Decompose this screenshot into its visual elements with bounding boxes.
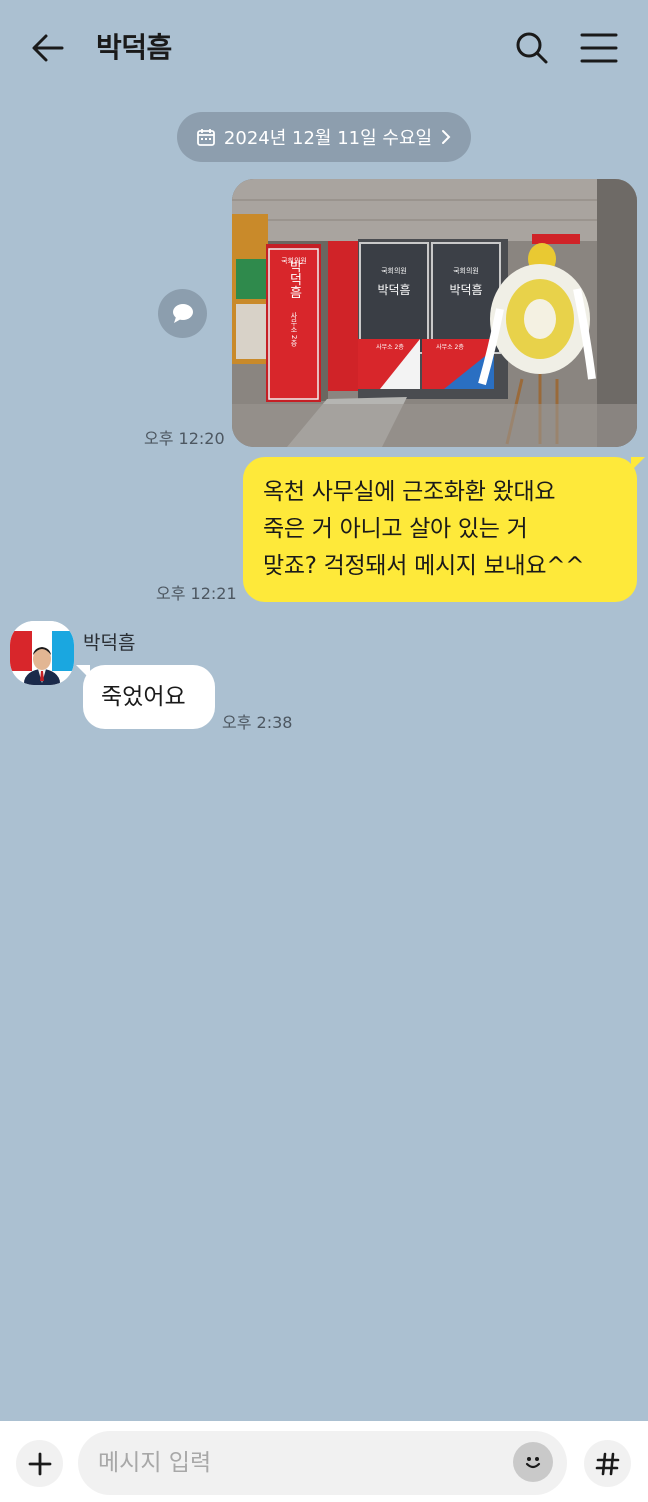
photo-message[interactable]: 국회의원 박덕흠 사무소 2층 국회의원 박덕흠 국회의원 박덕흠 사무소 2층… xyxy=(232,179,637,447)
sign-name-text: 박덕흠 xyxy=(287,260,302,299)
menu-button[interactable] xyxy=(578,28,620,68)
arrow-left-icon xyxy=(32,34,64,62)
emoji-button[interactable] xyxy=(513,1442,553,1482)
profile-photo xyxy=(10,621,74,685)
message-line: 옥천 사무실에 근조화환 왔대요 xyxy=(263,479,556,505)
message-time: 오후 2:38 xyxy=(222,713,293,732)
message-line: 죽은 거 아니고 살아 있는 거 xyxy=(263,516,528,542)
floor-2-text: 사무소 2층 xyxy=(436,343,464,351)
office-photo: 국회의원 박덕흠 사무소 2층 국회의원 박덕흠 국회의원 박덕흠 사무소 2층… xyxy=(232,179,637,447)
hashtag-button[interactable] xyxy=(584,1440,631,1487)
floor-1-text: 사무소 2층 xyxy=(376,343,404,351)
hash-icon xyxy=(595,1452,619,1475)
hamburger-menu-icon xyxy=(580,33,618,63)
window-1-name-text: 박덕흠 xyxy=(377,283,410,297)
calendar-icon xyxy=(197,129,215,146)
share-button[interactable] xyxy=(158,289,207,338)
attach-button[interactable] xyxy=(16,1440,63,1487)
other-message-bubble[interactable]: 죽었어요 xyxy=(76,665,215,729)
window-1-top-text: 국회의원 xyxy=(381,266,407,275)
search-button[interactable] xyxy=(512,28,552,68)
message-input[interactable] xyxy=(78,1431,567,1495)
sign-sub-text: 사무소 2층 xyxy=(290,311,298,347)
chat-header: 박덕흠 xyxy=(0,0,648,96)
plus-icon xyxy=(28,1452,51,1475)
window-2-name-text: 박덕흠 xyxy=(449,283,482,297)
composer-bar xyxy=(0,1421,648,1502)
speech-bubble-icon xyxy=(172,303,193,323)
date-label: 2024년 12월 11일 수요일 xyxy=(223,128,433,149)
window-2-top-text: 국회의원 xyxy=(453,266,479,275)
search-icon xyxy=(516,32,548,64)
avatar[interactable] xyxy=(10,621,74,685)
my-message-bubble[interactable]: 옥천 사무실에 근조화환 왔대요 죽은 거 아니고 살아 있는 거 맞죠? 걱정… xyxy=(243,457,645,602)
message-time: 오후 12:20 xyxy=(144,429,225,448)
chat-title: 박덕흠 xyxy=(96,31,172,64)
chevron-right-icon xyxy=(442,130,451,144)
emoji-icon xyxy=(525,1457,541,1469)
date-divider[interactable]: 2024년 12월 11일 수요일 xyxy=(177,112,471,162)
sender-name: 박덕흠 xyxy=(83,632,136,654)
message-line: 맞죠? 걱정돼서 메시지 보내요^^ xyxy=(263,553,585,579)
back-button[interactable] xyxy=(28,28,68,68)
message-time: 오후 12:21 xyxy=(156,584,237,603)
